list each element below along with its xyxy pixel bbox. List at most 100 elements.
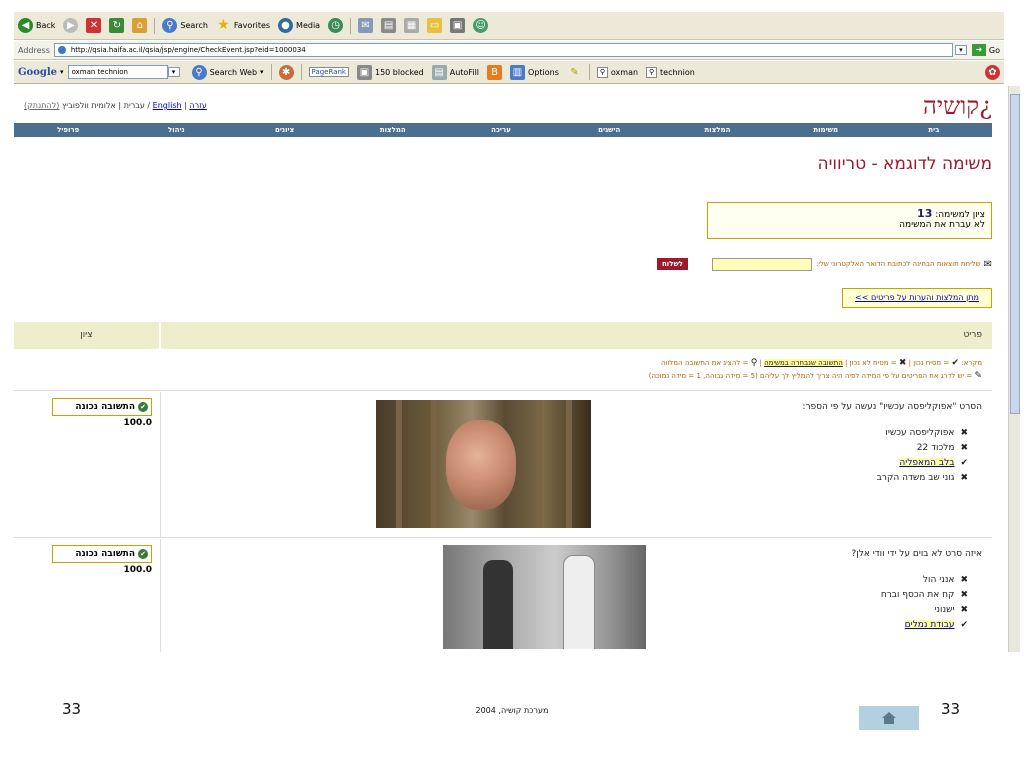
popup-blocker-button[interactable]: ▣ 150 blocked <box>356 64 424 80</box>
back-button[interactable]: ◀ Back <box>18 18 55 33</box>
nav-recommendations-2[interactable]: המלצות <box>339 126 447 134</box>
scrollbar-thumb[interactable] <box>1010 94 1020 414</box>
autofill-icon: ▤ <box>431 64 447 80</box>
help-link[interactable]: עזרה <box>189 101 207 110</box>
web-page: ¿קושיה עזרה | English / עברית | אלומית ו… <box>14 86 1004 652</box>
query-term-technion[interactable]: ⚲ technion <box>646 66 695 78</box>
recommendations-link[interactable]: מתן המלצות והערות על פריטים >> <box>855 293 979 302</box>
page-icon: ▣ <box>450 18 466 33</box>
check-circle-icon: ✔ <box>138 549 148 559</box>
options-button[interactable]: ▥ Options <box>510 64 559 80</box>
page-scrollbar[interactable] <box>1008 86 1020 652</box>
user-name: אלומית וולפוביץ <box>61 101 116 110</box>
blogger-button[interactable]: B <box>487 64 503 80</box>
home-button[interactable]: ⌂ <box>132 18 148 33</box>
send-button[interactable]: לשלוח <box>657 258 688 270</box>
result-badge: ✔התשובה נכונה <box>52 398 152 416</box>
slide-number-right: 33 <box>941 700 961 718</box>
news-button[interactable]: ✱ <box>278 64 294 80</box>
search-web-icon: ⚲ <box>191 64 207 80</box>
pagerank-button[interactable]: PageRank <box>308 67 349 77</box>
page-title: משימה לדוגמא - טריוויה <box>817 154 992 174</box>
nav-management[interactable]: ניהול <box>122 126 230 134</box>
cross-icon: ✖ <box>960 590 968 600</box>
nav-tasks[interactable]: משימות <box>772 126 880 134</box>
question-row: איזה סרט לא בוים על ידי וודי אלן? ✖אנני … <box>14 539 992 652</box>
nav-home[interactable]: בית <box>880 126 988 134</box>
stop-button[interactable]: ✕ <box>86 18 102 33</box>
popup-blocker-icon: ▣ <box>356 64 372 80</box>
messenger-button[interactable]: ☺ <box>473 18 489 33</box>
task-status: לא עברת את המשימה <box>899 220 985 230</box>
nav-recommendations[interactable]: המלצות <box>663 126 771 134</box>
home-slide-button[interactable] <box>859 706 919 730</box>
cross-icon: ✖ <box>960 473 968 483</box>
rating-icon: ✎ <box>974 371 982 381</box>
edit-button[interactable]: ▦ <box>404 18 420 33</box>
score-cell: ✔התשובה נכונה 100.0 <box>14 539 161 652</box>
question-score: 100.0 <box>123 565 152 575</box>
main-nav: בית משימות המלצות הישגים עריכה המלצות צי… <box>14 123 992 137</box>
search-web-button[interactable]: ⚲ Search Web ▾ <box>191 64 264 80</box>
toolbar-extension-icon[interactable]: ✿ <box>985 64 1000 80</box>
media-button[interactable]: ● Media <box>278 18 320 33</box>
question-content: הסרט "אפוקליפסה עכשיו" נעשה על פי הספר: … <box>161 392 992 537</box>
film-still-image <box>376 400 591 528</box>
nav-profile[interactable]: פרופיל <box>14 126 122 134</box>
google-logo[interactable]: Google <box>18 67 57 78</box>
top-links: עזרה | English / עברית | אלומית וולפוביץ… <box>24 101 207 110</box>
autofill-button[interactable]: ▤ AutoFill <box>431 64 479 80</box>
query-term-oxman[interactable]: ⚲ oxman <box>596 66 638 78</box>
page-button[interactable]: ▣ <box>450 18 466 33</box>
google-menu-icon[interactable]: ▾ <box>60 68 64 76</box>
slide: ◀ Back ▶ ✕ ↻ ⌂ ⚲ Search ★ Favorites ● Me… <box>0 0 1024 768</box>
check-icon: ✔ <box>951 358 960 368</box>
print-icon: ▤ <box>381 18 397 33</box>
media-icon: ● <box>278 18 294 33</box>
nav-achievements[interactable]: הישגים <box>555 126 663 134</box>
home-icon: ⌂ <box>132 18 148 33</box>
print-button[interactable]: ▤ <box>381 18 397 33</box>
check-circle-icon: ✔ <box>138 402 148 412</box>
address-input[interactable]: http://qsia.haifa.ac.il/qsia/jsp/engine/… <box>53 43 953 57</box>
col-item: פריט <box>963 330 982 340</box>
google-dropdown-icon[interactable]: ▾ <box>167 67 180 77</box>
favorites-button[interactable]: ★ Favorites <box>216 18 270 33</box>
highlight-button[interactable]: ✎ <box>567 65 582 80</box>
highlighter-icon: ✎ <box>570 66 579 78</box>
go-button[interactable]: Go <box>989 46 1000 55</box>
site-logo[interactable]: ¿קושיה <box>923 92 992 121</box>
nav-grades[interactable]: ציונים <box>230 126 338 134</box>
nav-editing[interactable]: עריכה <box>447 126 555 134</box>
messenger-icon: ☺ <box>473 18 489 33</box>
address-dropdown-icon[interactable]: ▾ <box>954 45 967 55</box>
email-input[interactable] <box>712 257 812 271</box>
question-row: הסרט "אפוקליפסה עכשיו" נעשה על פי הספר: … <box>14 392 992 538</box>
cross-icon: ✖ <box>960 428 968 438</box>
chosen-answer-sample: התשובה שנבחרה במשימה <box>764 359 843 367</box>
check-icon: ✔ <box>960 458 968 468</box>
question-score: 100.0 <box>123 418 152 428</box>
logout-link[interactable]: (להתנתק) <box>24 101 59 110</box>
search-button[interactable]: ⚲ Search <box>162 18 208 33</box>
results-table-header: פריט ציון <box>14 322 992 349</box>
email-label: שליחת תוצאות הבחינה לכתובת הדואר האלקטרו… <box>816 260 981 268</box>
recommendations-box: מתן המלצות והערות על פריטים >> <box>842 288 992 308</box>
mail-button[interactable]: ✉ <box>358 18 374 33</box>
address-bar: Address http://qsia.haifa.ac.il/qsia/jsp… <box>14 41 1004 60</box>
result-badge: ✔התשובה נכונה <box>52 545 152 563</box>
google-search-input[interactable]: oxman technion <box>67 65 168 79</box>
english-link[interactable]: English <box>153 101 182 110</box>
mail-icon: ✉ <box>358 18 374 33</box>
history-button[interactable]: ◷ <box>328 18 344 33</box>
refresh-button[interactable]: ↻ <box>109 18 125 33</box>
forward-button[interactable]: ▶ <box>63 18 79 33</box>
search-icon: ⚲ <box>162 18 178 33</box>
cross-icon: ✖ <box>960 443 968 453</box>
query-term-icon: ⚲ <box>596 66 608 78</box>
star-icon: ★ <box>217 17 230 33</box>
go-icon[interactable]: ➜ <box>971 44 986 56</box>
folder-button[interactable]: ▭ <box>427 18 443 33</box>
back-arrow-icon: ◀ <box>18 18 33 33</box>
col-score: ציון <box>14 322 161 349</box>
